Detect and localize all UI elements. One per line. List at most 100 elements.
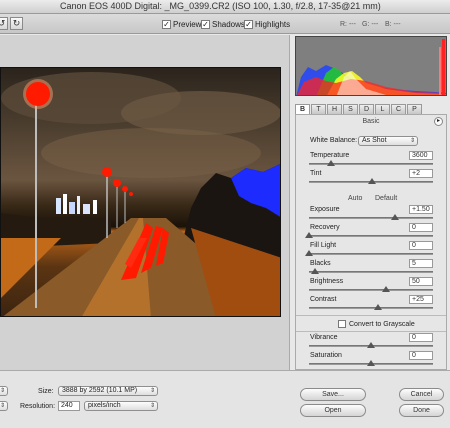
resolution-unit-select[interactable]: pixels/inch ⇕ <box>84 401 158 411</box>
histogram-graph <box>296 39 446 95</box>
tab-hsl[interactable]: H <box>327 104 342 114</box>
highlights-label: Highlights <box>255 20 291 29</box>
chevron-updown-icon: ⇕ <box>0 403 5 409</box>
fill-light-field[interactable]: 0 <box>409 241 433 250</box>
recovery-label: Recovery <box>310 224 340 231</box>
toolbar: ↺ ↻ ✓ Preview ✓ Shadows ✓ Highlights R: … <box>0 14 450 34</box>
white-balance-label: White Balance: <box>310 137 358 144</box>
saturation-label: Saturation <box>310 352 342 359</box>
contrast-slider-thumb[interactable] <box>374 304 383 310</box>
shadows-checkbox[interactable]: ✓ Shadows <box>201 19 245 30</box>
size-label: Size: <box>38 388 54 395</box>
blacks-slider-thumb[interactable] <box>311 268 320 274</box>
basic-panel: Basic ▸ White Balance: As Shot ⇕ Tempera… <box>295 114 447 370</box>
contrast-label: Contrast <box>310 296 337 303</box>
brightness-slider-thumb[interactable] <box>381 286 390 292</box>
checkmark-icon: ✓ <box>162 20 171 29</box>
tint-label: Tint <box>310 170 322 177</box>
panel-title: Basic <box>362 118 380 125</box>
window-title: Canon EOS 400D Digital: _MG_0399.CR2 (IS… <box>60 1 381 11</box>
checkbox-box <box>338 320 346 328</box>
default-link[interactable]: Default <box>375 195 397 202</box>
resolution-input[interactable]: 240 <box>58 401 80 411</box>
blacks-slider[interactable] <box>309 268 433 274</box>
tint-slider[interactable] <box>309 178 433 184</box>
tab-basic[interactable]: B <box>295 104 310 114</box>
tab-camera-calibration[interactable]: C <box>391 104 406 114</box>
title-bar: Canon EOS 400D Digital: _MG_0399.CR2 (IS… <box>0 0 450 14</box>
rotate-left-icon[interactable]: ↺ <box>0 17 8 30</box>
temperature-slider[interactable] <box>309 160 433 166</box>
vibrance-slider-thumb[interactable] <box>367 342 375 348</box>
exposure-field[interactable]: +1.50 <box>409 205 433 214</box>
open-button[interactable]: Open <box>300 404 366 417</box>
checkmark-icon: ✓ <box>244 20 253 29</box>
tab-presets[interactable]: P <box>407 104 422 114</box>
tab-split-toning[interactable]: S <box>343 104 358 114</box>
chevron-updown-icon: ⇕ <box>0 388 5 394</box>
panel-tabs: B T H S D L C P <box>295 104 447 114</box>
cancel-button[interactable]: Cancel <box>399 388 444 401</box>
divider <box>296 331 446 332</box>
white-balance-select[interactable]: As Shot ⇕ <box>358 136 418 146</box>
brightness-field[interactable]: 50 <box>409 277 433 286</box>
red-readout: R: --- <box>340 21 356 28</box>
temperature-field[interactable]: 3600 <box>409 151 433 160</box>
brightness-slider[interactable] <box>309 286 433 292</box>
vibrance-field[interactable]: 0 <box>409 333 433 342</box>
resolution-label: Resolution: <box>20 403 56 410</box>
brightness-label: Brightness <box>310 278 344 285</box>
temperature-label: Temperature <box>310 152 350 159</box>
fill-light-label: Fill Light <box>310 242 337 249</box>
panel-menu-icon[interactable]: ▸ <box>434 117 443 126</box>
fill-light-slider-thumb[interactable] <box>305 250 313 256</box>
auto-link[interactable]: Auto <box>348 195 362 202</box>
exposure-slider[interactable] <box>309 214 433 220</box>
resolution-unit-value: pixels/inch <box>88 402 121 409</box>
saturation-slider[interactable] <box>309 360 433 366</box>
exposure-slider-thumb[interactable] <box>390 214 399 220</box>
grayscale-checkbox[interactable]: Convert to Grayscale <box>338 320 415 328</box>
contrast-slider[interactable] <box>309 304 433 310</box>
contrast-field[interactable]: +25 <box>409 295 433 304</box>
size-value: 3888 by 2592 (10.1 MP) <box>62 387 138 394</box>
saturation-field[interactable]: 0 <box>409 351 433 360</box>
save-button[interactable]: Save... <box>300 388 366 401</box>
blacks-label: Blacks <box>310 260 331 267</box>
exposure-label: Exposure <box>310 206 340 213</box>
chevron-updown-icon: ⇕ <box>149 403 155 409</box>
done-button[interactable]: Done <box>399 404 444 417</box>
saturation-slider-thumb[interactable] <box>367 360 375 366</box>
bottom-bar: ⇕ ⇕ Size: 3888 by 2592 (10.1 MP) ⇕ Resol… <box>0 370 450 428</box>
workflow-stepper-2[interactable]: ⇕ <box>0 401 8 411</box>
shadows-label: Shadows <box>212 20 245 29</box>
tint-slider-thumb[interactable] <box>368 178 377 184</box>
recovery-slider[interactable] <box>305 232 433 238</box>
tab-lens[interactable]: L <box>375 104 390 114</box>
workflow-stepper-1[interactable]: ⇕ <box>0 386 8 396</box>
checkmark-icon: ✓ <box>201 20 210 29</box>
size-select[interactable]: 3888 by 2592 (10.1 MP) ⇕ <box>58 386 158 396</box>
green-readout: G: --- <box>362 21 379 28</box>
preview-checkbox[interactable]: ✓ Preview <box>162 19 201 30</box>
vibrance-slider[interactable] <box>309 342 433 348</box>
tint-field[interactable]: +2 <box>409 169 433 178</box>
divider <box>296 315 446 316</box>
tab-detail[interactable]: D <box>359 104 374 114</box>
city-night-photo <box>1 72 280 316</box>
blue-readout: B: --- <box>385 21 401 28</box>
raw-preview-image[interactable] <box>0 67 281 317</box>
histogram <box>295 36 447 96</box>
tab-tone-curve[interactable]: T <box>311 104 326 114</box>
recovery-slider-thumb[interactable] <box>305 232 313 238</box>
rotate-right-icon[interactable]: ↻ <box>10 17 23 30</box>
chevron-updown-icon: ⇕ <box>409 138 415 144</box>
fill-light-slider[interactable] <box>305 250 433 256</box>
grayscale-label: Convert to Grayscale <box>349 320 415 328</box>
chevron-updown-icon: ⇕ <box>149 388 155 394</box>
white-balance-value: As Shot <box>362 137 387 144</box>
temperature-slider-thumb[interactable] <box>327 160 336 166</box>
blacks-field[interactable]: 5 <box>409 259 433 268</box>
highlights-checkbox[interactable]: ✓ Highlights <box>244 19 290 30</box>
recovery-field[interactable]: 0 <box>409 223 433 232</box>
